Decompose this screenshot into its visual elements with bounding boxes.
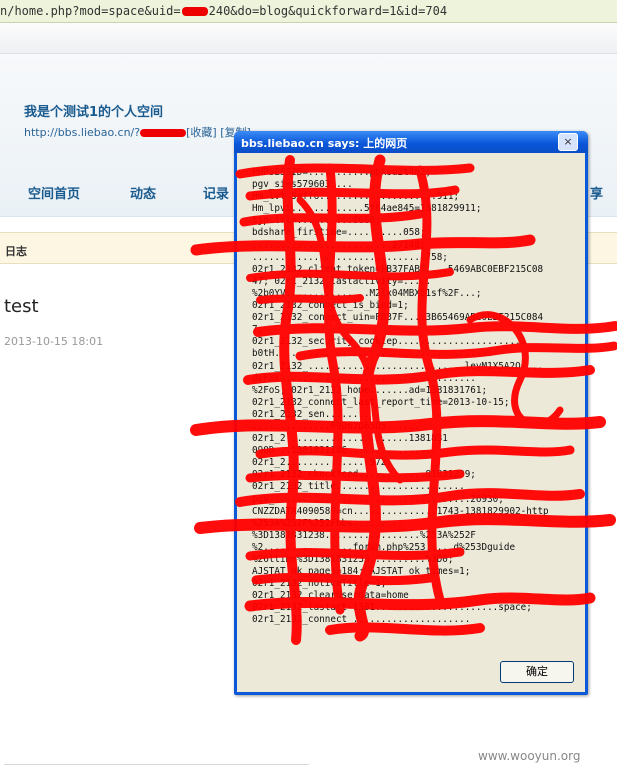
message-line: 02r1_2132_security_cookiep..............… <box>252 336 527 348</box>
post-date: 2013-10-15 18:01 <box>4 335 104 348</box>
dialog-title: bbs.liebao.cn says: 上的网页 <box>241 137 408 150</box>
divider <box>4 764 309 765</box>
message-line: 02r1_2132_lastact-1381..................… <box>252 602 532 614</box>
message-line: bdshare_firstime=..........058; <box>252 227 426 239</box>
dialog-titlebar[interactable]: bbs.liebao.cn says: 上的网页 × <box>234 131 588 153</box>
message-line: CNZZDATA4090589=cn...............1743-13… <box>252 505 549 517</box>
message-line: %253A%252F%252Fbbs......... <box>252 517 404 529</box>
message-line: 02r1_2132_connect_is_bind=1; <box>252 300 409 312</box>
url-text-start: n/home.php?mod=space&uid= <box>0 4 181 18</box>
message-line: pgv_...................................2… <box>252 493 504 505</box>
message-line: 47; 02r1_2132_lastactivity=..... <box>252 275 432 287</box>
message-line: dyFXk................................... <box>252 372 476 384</box>
section-label: 日志 <box>5 245 27 258</box>
message-line: 02r1_2132_connect_last_report_time=2013-… <box>252 396 510 408</box>
message-line: AJSTAT_ok_pages=184; AJSTAT_ok_times=1; <box>252 566 471 578</box>
favorite-link[interactable]: [收藏] <box>186 126 217 139</box>
watermark: www.wooyun.org <box>478 749 581 763</box>
message-line: %2b0YV...............M2lx04MBX51sf%2F...… <box>252 287 482 299</box>
nav-item-records[interactable]: 记录 <box>203 183 229 202</box>
message-line: 02r1_2132_checkfeed............81831239; <box>252 469 476 481</box>
dialog-message: PHPSESSID=...........pbksu2t4m2; pgv_si=s… <box>252 167 577 627</box>
message-line: 02r1_2132_title....................... <box>252 481 465 493</box>
message-line: b0tH....................................… <box>252 348 493 360</box>
message-line: 02r1_2132_sen........ <box>252 408 370 420</box>
message-line: 7; <box>252 324 264 336</box>
message-line: tjpctrl=..........8668; <box>252 215 381 227</box>
dialog-body: PHPSESSID=...........pbksu2t4m2; pgv_si=s… <box>237 153 585 692</box>
message-line: %2................forum.php%253.....d%25… <box>252 541 516 553</box>
message-line: 02r1_2...............972; <box>252 457 392 469</box>
space-title: 我是个测试1的个人空间 <box>24 105 164 120</box>
nav-item-feed[interactable]: 动态 <box>130 183 156 202</box>
message-line: %2FoS; 02r1_2132_home.......ad=138183176… <box>252 384 488 396</box>
top-toolbar-strip <box>0 23 617 54</box>
url-text-end: 240&do=blog&quickforward=1&id=704 <box>208 4 448 18</box>
address-bar[interactable]: n/home.php?mod=space&uid= 240&do=blog&qui… <box>0 0 617 23</box>
message-line: 02r1_2......................1381831 <box>252 433 448 445</box>
space-url-line: http://bbs.liebao.cn/?[收藏] [复制] <box>24 124 251 140</box>
post-title: test <box>4 296 39 317</box>
message-line: ..............69D62D65D5...... <box>252 420 420 432</box>
message-line: %26ltime%3D1381831233..........%3D0; <box>252 554 454 565</box>
message-line: ...............................758; <box>252 251 448 263</box>
message-line: 02r1_2132_............................le… <box>252 360 544 372</box>
ok-button[interactable]: 确定 <box>500 661 574 683</box>
nav-item-share[interactable]: 享 <box>590 183 603 202</box>
message-line: 02r1_2132_noticeTitle=1; <box>252 578 387 590</box>
message-line: pgv_si=s579603.... <box>252 179 353 191</box>
message-line: 090D_..1381831186................ <box>252 445 437 457</box>
redaction-mark <box>140 129 187 137</box>
message-line: Hm_lpvt.............5f64ae845=1381829911… <box>252 203 482 215</box>
message-line: %3D1381831238.................%253A%252F <box>252 529 476 541</box>
message-line: 02r1_2132_connect_..................... <box>252 614 471 626</box>
nav-item-home[interactable]: 空间首页 <box>28 183 80 202</box>
space-url[interactable]: http://bbs.liebao.cn/? <box>24 126 140 139</box>
message-line: .........................27148; <box>252 239 426 251</box>
alert-dialog: bbs.liebao.cn says: 上的网页 × PHPSESSID=...… <box>234 131 588 695</box>
close-button[interactable]: × <box>558 133 578 151</box>
message-line: PHPSESSID=...........pbksu2t4m2; <box>252 167 432 178</box>
redaction-mark <box>181 7 208 16</box>
message-line: 02r1_2132_clearUserdata=home <box>252 590 409 602</box>
message-line: 02r1_2132_client_token=FB37FAB7....5469A… <box>252 263 544 275</box>
message-line: Hm_lvt_5aff6.....................911; <box>252 191 460 203</box>
message-line: 02r1_2132_connect_uin=FB37F....3B65469AB… <box>252 312 544 324</box>
close-icon: × <box>563 135 573 148</box>
